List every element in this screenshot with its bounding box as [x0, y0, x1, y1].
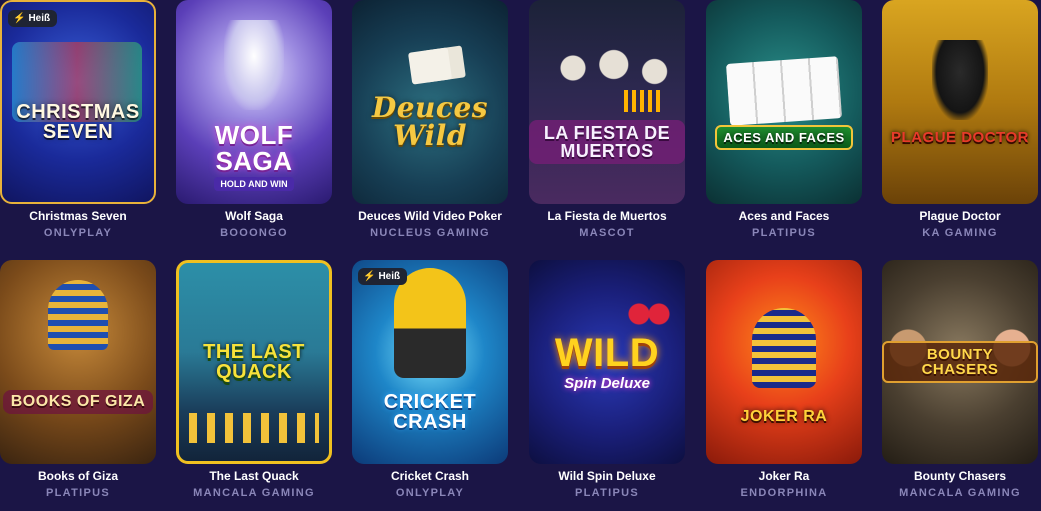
plague-doctor-figure	[932, 40, 988, 120]
game-thumbnail[interactable]: BOUNTY CHASERS	[882, 260, 1038, 464]
game-thumbnail[interactable]: ⚡ Heiß CRICKET CRASH	[352, 260, 508, 464]
game-art-title: CRICKET CRASH	[383, 391, 477, 433]
game-art-title: PLAGUE DOCTOR	[891, 128, 1029, 146]
game-thumbnail[interactable]: PLAGUE DOCTOR	[882, 0, 1038, 204]
game-thumbnail[interactable]: BOOKS OF GIZA	[0, 260, 156, 464]
game-provider[interactable]: ONLYPLAY	[352, 486, 508, 501]
game-art-title: BOOKS OF GIZA	[2, 390, 154, 414]
game-art-title: Deuces Wild	[371, 91, 489, 152]
game-provider[interactable]: KA GAMING	[882, 226, 1038, 241]
game-grid: ⚡ Heiß CHRISTMAS SEVEN Christmas Seven ON…	[0, 0, 1041, 511]
cherries-icon	[624, 290, 674, 330]
game-art-title: JOKER RA	[740, 408, 828, 425]
game-provider[interactable]: ONLYPLAY	[0, 226, 156, 241]
game-name[interactable]: Joker Ra	[706, 468, 862, 484]
game-name[interactable]: La Fiesta de Muertos	[529, 208, 685, 224]
pharaoh-joker-illustration	[752, 308, 816, 388]
game-card-la-fiesta[interactable]: LA FIESTA DE MUERTOS La Fiesta de Muerto…	[529, 0, 685, 241]
game-art-title: ACES AND FACES	[715, 124, 853, 150]
hot-badge: ⚡ Heiß	[358, 268, 408, 285]
playing-cards-illustration	[725, 56, 843, 126]
game-thumbnail[interactable]: LA FIESTA DE MUERTOS	[529, 0, 685, 204]
game-card-plague-doctor[interactable]: PLAGUE DOCTOR Plague Doctor KA GAMING	[882, 0, 1038, 241]
game-card-cricket-crash[interactable]: ⚡ Heiß CRICKET CRASH Cricket Crash ONLYPL…	[352, 260, 508, 501]
game-name[interactable]: Deuces Wild Video Poker	[352, 208, 508, 224]
game-provider[interactable]: MASCOT	[529, 226, 685, 241]
pharaoh-illustration	[48, 280, 108, 350]
game-provider[interactable]: MANCALA GAMING	[176, 486, 332, 501]
candles-decoration	[624, 90, 664, 112]
game-thumbnail[interactable]: ⚡ Heiß CHRISTMAS SEVEN	[0, 0, 156, 204]
game-thumbnail[interactable]: WILD Spin Deluxe	[529, 260, 685, 464]
game-card-the-last-quack[interactable]: THE LAST QUACK The Last Quack MANCALA GA…	[176, 260, 332, 501]
game-art-title: WOLF SAGA	[214, 120, 294, 176]
game-provider[interactable]: NUCLEUS GAMING	[352, 226, 508, 241]
game-thumbnail[interactable]: JOKER RA	[706, 260, 862, 464]
game-art-title: THE LAST QUACK	[203, 341, 305, 383]
game-name[interactable]: The Last Quack	[176, 468, 332, 484]
game-thumbnail[interactable]: THE LAST QUACK	[176, 260, 332, 464]
game-name[interactable]: Plague Doctor	[882, 208, 1038, 224]
game-provider[interactable]: BOOONGO	[176, 226, 332, 241]
game-card-wolf-saga[interactable]: WOLF SAGA HOLD AND WIN Wolf Saga BOOONGO	[176, 0, 332, 241]
hot-badge: ⚡ Heiß	[8, 10, 58, 27]
game-name[interactable]: Wolf Saga	[176, 208, 332, 224]
game-name[interactable]: Bounty Chasers	[882, 468, 1038, 484]
game-name[interactable]: Aces and Faces	[706, 208, 862, 224]
cricketer-helmet	[394, 268, 466, 378]
game-card-christmas-seven[interactable]: ⚡ Heiß CHRISTMAS SEVEN Christmas Seven ON…	[0, 0, 156, 241]
game-thumbnail[interactable]: WOLF SAGA HOLD AND WIN	[176, 0, 332, 204]
game-provider[interactable]: MANCALA GAMING	[882, 486, 1038, 501]
bolt-icon: ⚡	[363, 271, 376, 282]
game-card-bounty-chasers[interactable]: BOUNTY CHASERS Bounty Chasers MANCALA GA…	[882, 260, 1038, 501]
game-name[interactable]: Cricket Crash	[352, 468, 508, 484]
game-provider[interactable]: PLATIPUS	[0, 486, 156, 501]
game-card-joker-ra[interactable]: JOKER RA Joker Ra ENDORPHINA	[706, 260, 862, 501]
game-name[interactable]: Christmas Seven	[0, 208, 156, 224]
game-card-wild-spin-deluxe[interactable]: WILD Spin Deluxe Wild Spin Deluxe PLATIP…	[529, 260, 685, 501]
game-art-title: LA FIESTA DE MUERTOS	[529, 120, 685, 164]
game-art-title: BOUNTY CHASERS	[882, 341, 1038, 383]
bolt-icon: ⚡	[13, 13, 26, 24]
game-provider[interactable]: ENDORPHINA	[706, 486, 862, 501]
game-art-title: CHRISTMAS SEVEN	[16, 101, 140, 143]
game-card-deuces-wild[interactable]: Deuces Wild Deuces Wild Video Poker NUCL…	[352, 0, 508, 241]
game-provider[interactable]: PLATIPUS	[529, 486, 685, 501]
cards-illustration	[407, 47, 453, 85]
game-provider[interactable]: PLATIPUS	[706, 226, 862, 241]
game-art-title: WILD	[554, 330, 660, 375]
game-name[interactable]: Books of Giza	[0, 468, 156, 484]
coins-decoration	[189, 413, 319, 443]
game-art-subtitle: Spin Deluxe	[564, 374, 650, 392]
game-thumbnail[interactable]: Deuces Wild	[352, 0, 508, 204]
wolf-illustration	[224, 20, 284, 110]
game-card-books-of-giza[interactable]: BOOKS OF GIZA Books of Giza PLATIPUS	[0, 260, 156, 501]
game-thumbnail[interactable]: ACES AND FACES	[706, 0, 862, 204]
game-name[interactable]: Wild Spin Deluxe	[529, 468, 685, 484]
game-art-subtitle: HOLD AND WIN	[214, 177, 294, 191]
game-card-aces-and-faces[interactable]: ACES AND FACES Aces and Faces PLATIPUS	[706, 0, 862, 241]
